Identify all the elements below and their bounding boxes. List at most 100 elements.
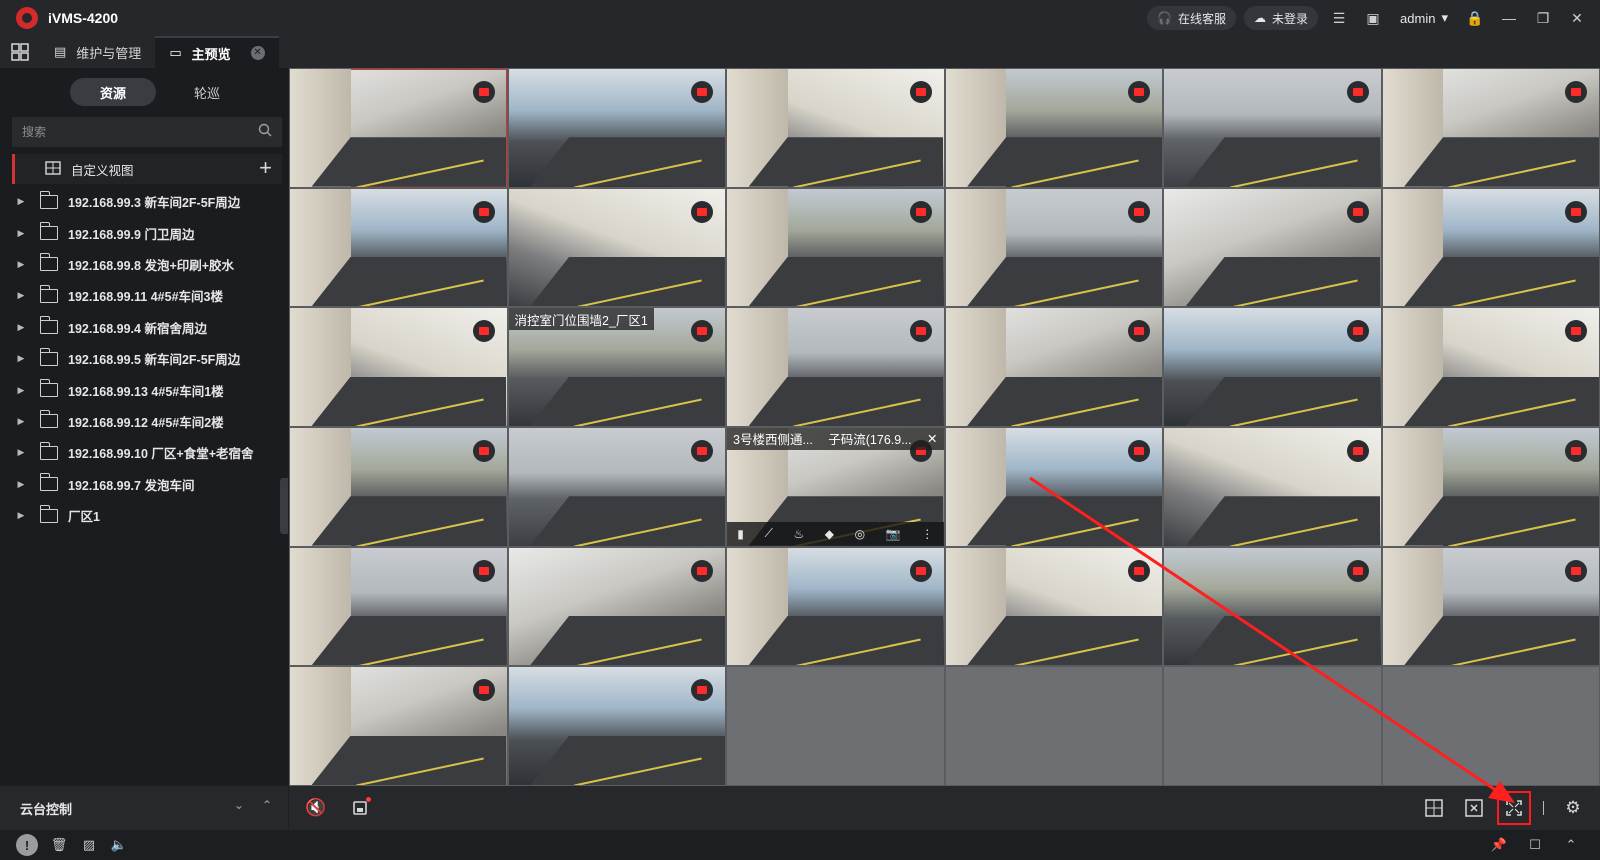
record-icon[interactable]: [1346, 559, 1369, 582]
video-cell[interactable]: [727, 188, 944, 307]
video-cell[interactable]: 消控室门位围墙2_厂区1: [508, 308, 725, 426]
pin-icon[interactable]: 📌: [1490, 836, 1508, 854]
caret-right-icon[interactable]: ▶: [12, 228, 30, 239]
lock-icon[interactable]: 🔒: [1462, 6, 1488, 30]
record-icon[interactable]: [1565, 439, 1587, 462]
add-view-icon[interactable]: +: [259, 157, 272, 179]
record-icon[interactable]: [472, 439, 495, 462]
caret-right-icon[interactable]: ▶: [12, 290, 30, 301]
ptz-control-bar[interactable]: 云台控制 ⌄ ⌃: [0, 786, 288, 830]
minimize-icon[interactable]: —: [1496, 6, 1522, 30]
video-cell[interactable]: [1164, 427, 1381, 546]
chart-icon[interactable]: ▣: [1360, 6, 1386, 30]
speaker-mute-icon[interactable]: 🔇: [299, 791, 333, 825]
chevron-double-up-icon[interactable]: ⌃: [1562, 836, 1580, 854]
video-cell[interactable]: [290, 188, 507, 307]
tree-item[interactable]: ▶ 192.168.99.13 4#5#车间1楼: [12, 374, 282, 405]
video-cell[interactable]: [1382, 69, 1599, 187]
video-cell[interactable]: [290, 308, 507, 426]
tree-item[interactable]: ▶ 192.168.99.12 4#5#车间2楼: [12, 406, 282, 437]
search-input[interactable]: [22, 125, 258, 139]
segment-resources[interactable]: 资源: [70, 78, 156, 106]
record-icon[interactable]: [1565, 81, 1587, 103]
alarm-warning-icon[interactable]: !: [16, 834, 38, 856]
search-icon[interactable]: [258, 123, 272, 142]
tree-item[interactable]: ▶ 厂区1: [12, 500, 282, 531]
tab-main-preview[interactable]: ▭ 主预览 ✕: [155, 36, 279, 68]
window-icon[interactable]: ☐: [1526, 836, 1544, 854]
record-icon[interactable]: [1346, 320, 1369, 343]
record-icon[interactable]: [691, 679, 713, 702]
record-icon[interactable]: [909, 320, 932, 343]
video-cell[interactable]: [945, 427, 1162, 546]
target-icon[interactable]: ◎: [855, 527, 865, 541]
tree-item[interactable]: ▶ 192.168.99.4 新宿舍周边: [12, 312, 282, 343]
record-icon[interactable]: [472, 200, 495, 223]
record-icon[interactable]: [691, 439, 713, 462]
record-icon[interactable]: [1346, 439, 1369, 462]
restore-icon[interactable]: ❐: [1530, 6, 1556, 30]
video-cell[interactable]: [508, 188, 725, 307]
record-icon[interactable]: [909, 559, 932, 582]
user-menu[interactable]: admin ▾: [1394, 10, 1454, 26]
caret-right-icon[interactable]: ▶: [12, 385, 30, 396]
caret-right-icon[interactable]: ▶: [12, 259, 30, 270]
video-cell[interactable]: [1382, 308, 1599, 426]
record-icon[interactable]: [909, 81, 932, 103]
video-cell[interactable]: [727, 667, 944, 785]
video-cell[interactable]: [1382, 547, 1599, 666]
panel-collapse-handle[interactable]: [280, 478, 288, 534]
fire-icon[interactable]: ♨: [793, 527, 804, 541]
video-cell[interactable]: [290, 547, 507, 666]
tab-maintenance[interactable]: ▤ 维护与管理: [40, 36, 155, 68]
video-cell[interactable]: [945, 667, 1162, 785]
image-icon[interactable]: ▨: [80, 836, 98, 854]
chevron-down-icon[interactable]: ⌄: [234, 798, 244, 812]
video-cell[interactable]: [1382, 188, 1599, 307]
record-icon[interactable]: [1565, 320, 1587, 343]
video-cell[interactable]: [1164, 547, 1381, 666]
record-icon[interactable]: [1128, 439, 1150, 462]
capture-icon[interactable]: ▮: [737, 527, 744, 541]
video-cell[interactable]: [290, 667, 507, 785]
caret-right-icon[interactable]: ▶: [12, 447, 30, 458]
chevron-up-icon[interactable]: ⌃: [262, 798, 272, 812]
record-icon[interactable]: [1565, 200, 1587, 223]
fullscreen-icon[interactable]: [1497, 791, 1531, 825]
gear-icon[interactable]: ⚙: [1556, 791, 1590, 825]
record-all-icon[interactable]: [343, 791, 377, 825]
record-icon[interactable]: [1128, 200, 1150, 223]
video-cell[interactable]: [1382, 667, 1599, 785]
stream-type[interactable]: 子码流(176.9...: [828, 429, 911, 448]
tree-item[interactable]: ▶ 192.168.99.5 新车间2F-5F周边: [12, 343, 282, 374]
video-cell[interactable]: 3号楼西侧通... 子码流(176.9... ✕ ▮ ⟋ ♨ ◆ ◎ 📷 ⋮: [727, 427, 944, 546]
record-icon[interactable]: [691, 200, 713, 223]
caret-right-icon[interactable]: ▶: [12, 196, 30, 207]
record-icon[interactable]: [472, 81, 495, 103]
record-icon[interactable]: [1346, 200, 1369, 223]
video-cell[interactable]: [727, 547, 944, 666]
video-cell[interactable]: [1164, 69, 1381, 187]
video-cell[interactable]: [945, 547, 1162, 666]
video-cell[interactable]: [290, 427, 507, 546]
record-icon[interactable]: [472, 559, 495, 582]
video-cell[interactable]: [1382, 427, 1599, 546]
custom-view-item[interactable]: 自定义视图 +: [12, 154, 282, 184]
close-all-windows-icon[interactable]: [1457, 791, 1491, 825]
close-icon[interactable]: ✕: [927, 431, 937, 446]
video-cell[interactable]: [727, 308, 944, 426]
record-icon[interactable]: [1346, 81, 1369, 103]
tree-item[interactable]: ▶ 192.168.99.7 发泡车间: [12, 469, 282, 500]
caret-right-icon[interactable]: ▶: [12, 322, 30, 333]
online-service-button[interactable]: 🎧 在线客服: [1147, 6, 1237, 30]
record-icon[interactable]: [1128, 81, 1150, 103]
record-icon[interactable]: [691, 81, 713, 103]
flame-icon[interactable]: ◆: [825, 527, 834, 541]
record-icon[interactable]: [1565, 559, 1587, 582]
grid-layout-icon[interactable]: [1417, 791, 1451, 825]
caret-right-icon[interactable]: ▶: [12, 479, 30, 490]
video-cell[interactable]: [508, 69, 725, 187]
segment-patrol[interactable]: 轮巡: [164, 78, 250, 106]
tree-item[interactable]: ▶ 192.168.99.11 4#5#车间3楼: [12, 280, 282, 311]
tree-item[interactable]: ▶ 192.168.99.9 门卫周边: [12, 217, 282, 248]
